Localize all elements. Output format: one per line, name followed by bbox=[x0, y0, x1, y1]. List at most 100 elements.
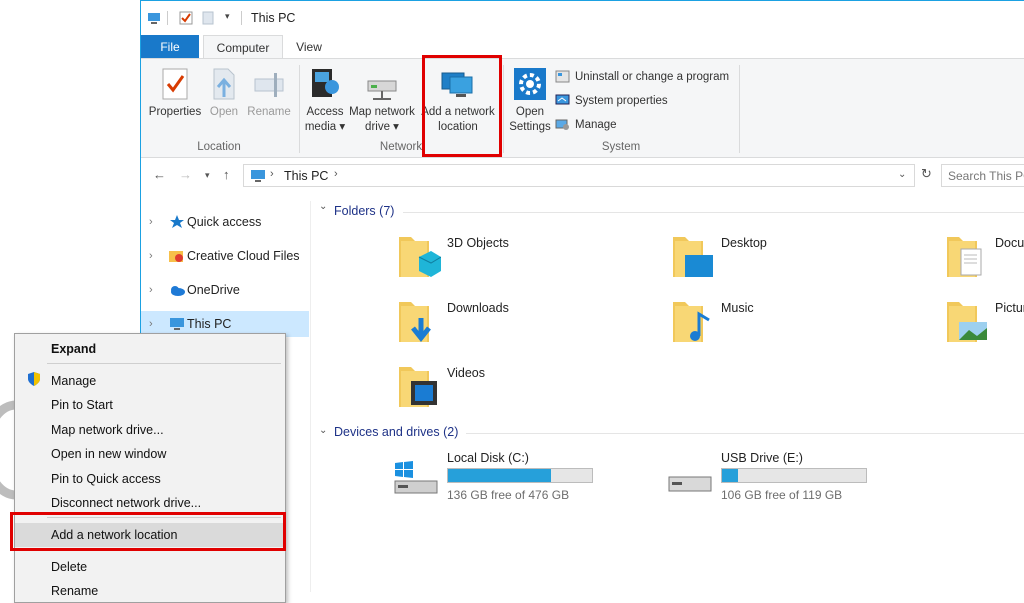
drives-section-header[interactable]: Devices and drives (2) bbox=[334, 425, 458, 439]
access-media-button[interactable]: Access media ▾ bbox=[303, 67, 347, 135]
menu-item-pin-to-start[interactable]: Pin to Start bbox=[15, 393, 285, 417]
sidebar-item-label: Creative Cloud Files bbox=[187, 249, 300, 263]
section-divider bbox=[403, 212, 1024, 213]
downloads-folder-icon bbox=[399, 302, 431, 343]
windows-drive-icon bbox=[394, 461, 438, 494]
system-properties-icon bbox=[555, 94, 570, 105]
folders-section-header[interactable]: Folders (7) bbox=[334, 204, 394, 218]
search-placeholder: Search This PC bbox=[948, 169, 1024, 183]
open-icon bbox=[213, 68, 235, 100]
rename-button[interactable]: Rename bbox=[245, 67, 293, 120]
tab-computer[interactable]: Computer bbox=[203, 35, 283, 59]
access-media-label-1: Access bbox=[306, 106, 344, 118]
refresh-icon[interactable]: ↻ bbox=[921, 166, 932, 182]
menu-item-open-new-window[interactable]: Open in new window bbox=[15, 442, 285, 466]
tab-view[interactable]: View bbox=[287, 35, 331, 59]
folder-downloads[interactable]: Downloads bbox=[399, 296, 639, 354]
properties-label: Properties bbox=[148, 106, 202, 118]
open-settings-label-1: Open bbox=[515, 106, 545, 118]
system-properties-button[interactable]: System properties bbox=[555, 92, 668, 110]
menu-item-delete[interactable]: Delete bbox=[15, 555, 285, 579]
open-settings-button[interactable]: Open Settings bbox=[505, 67, 555, 135]
menu-item-expand[interactable]: Expand bbox=[15, 337, 285, 361]
drive-free-space: 136 GB free of 476 GB bbox=[447, 488, 570, 502]
sidebar-item-quick-access[interactable]: › Quick access bbox=[141, 209, 309, 235]
menu-separator bbox=[47, 363, 281, 364]
videos-folder-icon bbox=[399, 367, 437, 407]
menu-item-rename[interactable]: Rename bbox=[15, 579, 285, 603]
ribbon-tabs: File Computer View bbox=[141, 35, 1024, 59]
expand-chevron-icon[interactable]: › bbox=[149, 243, 153, 269]
ribbon: Properties Open Rename Location Access m… bbox=[141, 55, 1024, 158]
sidebar-item-creative-cloud[interactable]: › Creative Cloud Files bbox=[141, 243, 309, 269]
new-folder-icon[interactable] bbox=[201, 11, 215, 25]
folder-desktop[interactable]: Desktop bbox=[673, 231, 913, 289]
uninstall-icon bbox=[555, 70, 570, 83]
uninstall-program-button[interactable]: Uninstall or change a program bbox=[555, 68, 729, 86]
access-media-label-2: media ▾ bbox=[304, 121, 346, 133]
this-pc-icon bbox=[170, 318, 184, 330]
folder-label: Music bbox=[721, 301, 754, 315]
menu-item-manage[interactable]: Manage bbox=[15, 369, 285, 393]
menu-item-pin-quick-access[interactable]: Pin to Quick access bbox=[15, 467, 285, 491]
breadcrumb-chevron-icon[interactable]: › bbox=[334, 168, 338, 180]
location-group-label: Location bbox=[197, 141, 241, 153]
section-divider bbox=[466, 433, 1024, 434]
folder-pictures[interactable]: Pictures bbox=[947, 296, 1024, 354]
forward-arrow-icon[interactable]: → bbox=[179, 167, 192, 182]
this-pc-icon bbox=[251, 170, 265, 182]
title-bar: ▾ This PC bbox=[141, 1, 1024, 35]
drive-usb-e[interactable]: USB Drive (E:) 106 GB free of 119 GB bbox=[667, 451, 927, 502]
qat-dropdown-icon[interactable]: ▾ bbox=[225, 11, 230, 22]
settings-gear-icon bbox=[514, 68, 546, 100]
group-divider bbox=[739, 65, 740, 153]
folder-music[interactable]: Music bbox=[673, 296, 913, 354]
creative-cloud-folder-icon bbox=[169, 251, 183, 262]
window-title: This PC bbox=[251, 11, 296, 25]
folder-label: Downloads bbox=[447, 301, 509, 315]
expand-chevron-icon[interactable]: › bbox=[149, 277, 153, 303]
address-bar[interactable]: › This PC › ⌄ bbox=[243, 164, 915, 187]
back-arrow-icon[interactable]: ← bbox=[153, 167, 166, 182]
group-divider bbox=[503, 65, 504, 153]
uninstall-label: Uninstall or change a program bbox=[575, 71, 730, 83]
sidebar-item-label: Quick access bbox=[187, 215, 262, 229]
search-input[interactable]: Search This PC bbox=[941, 164, 1024, 187]
sidebar-item-onedrive[interactable]: › OneDrive bbox=[141, 277, 309, 303]
menu-item-map-network-drive[interactable]: Map network drive... bbox=[15, 418, 285, 442]
map-network-drive-label-1: Map network bbox=[349, 106, 415, 118]
desktop-folder-icon bbox=[673, 237, 713, 277]
folder-documents[interactable]: Documents bbox=[947, 231, 1024, 289]
3d-objects-folder-icon bbox=[399, 237, 441, 277]
properties-check-icon[interactable] bbox=[179, 11, 193, 25]
group-divider bbox=[299, 65, 300, 153]
rename-label: Rename bbox=[247, 106, 291, 118]
collapse-folders-chevron-icon[interactable]: ⌄ bbox=[319, 201, 327, 212]
recent-locations-chevron-icon[interactable]: ▾ bbox=[205, 170, 210, 181]
collapse-drives-chevron-icon[interactable]: ⌄ bbox=[319, 425, 327, 436]
expand-chevron-icon[interactable]: › bbox=[149, 209, 153, 235]
onedrive-cloud-icon bbox=[171, 286, 185, 296]
breadcrumb-chevron-icon[interactable]: › bbox=[270, 168, 274, 180]
properties-button[interactable]: Properties bbox=[147, 67, 203, 120]
manage-button[interactable]: Manage bbox=[555, 116, 617, 134]
up-arrow-icon[interactable]: ↑ bbox=[223, 167, 230, 182]
usb-drive-icon bbox=[668, 476, 712, 492]
rename-icon bbox=[254, 73, 284, 97]
open-button[interactable]: Open bbox=[205, 67, 243, 120]
folder-3d-objects[interactable]: 3D Objects bbox=[399, 231, 639, 289]
drive-name: USB Drive (E:) bbox=[721, 451, 803, 465]
folder-label: Desktop bbox=[721, 236, 767, 250]
folder-videos[interactable]: Videos bbox=[399, 361, 639, 419]
system-group-label: System bbox=[601, 141, 641, 153]
address-dropdown-icon[interactable]: ⌄ bbox=[898, 169, 906, 180]
folder-label: 3D Objects bbox=[447, 236, 509, 250]
drive-local-disk-c[interactable]: Local Disk (C:) 136 GB free of 476 GB bbox=[393, 451, 653, 502]
map-network-drive-button[interactable]: Map network drive ▾ bbox=[347, 67, 417, 135]
documents-folder-icon bbox=[947, 237, 982, 277]
tab-file[interactable]: File bbox=[141, 35, 199, 59]
folder-label: Documents bbox=[995, 236, 1024, 250]
breadcrumb-this-pc[interactable]: This PC bbox=[284, 169, 328, 183]
map-network-drive-label-2: drive ▾ bbox=[365, 121, 399, 133]
navigation-bar: ← → ▾ ↑ › This PC › ⌄ ↻ Search This PC bbox=[141, 159, 1024, 193]
